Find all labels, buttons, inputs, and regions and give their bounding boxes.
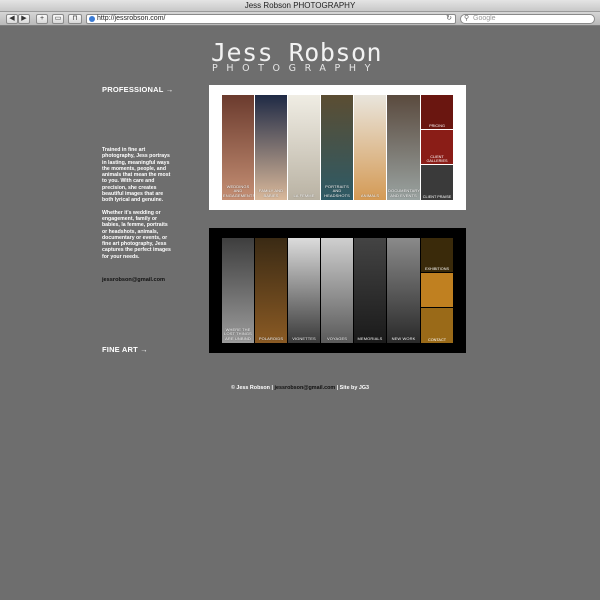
browser-toolbar: ◀ ▶ + ▭ ⊓ http://jessrobson.com/ ↻ ⚲ Goo… (0, 12, 600, 26)
footer-email-link[interactable]: jessrobson@gmail.com (274, 385, 335, 391)
strip-label: WHERE THE LOST THINGS ARE UNBIND (224, 326, 252, 341)
strip-lost-things[interactable]: WHERE THE LOST THINGS ARE UNBIND (222, 238, 254, 343)
book-icon: ⊓ (72, 15, 78, 22)
strip-label: VIGNETTES (292, 335, 316, 341)
strip-weddings[interactable]: WEDDINGS AND ENGAGEMENTS (222, 95, 254, 200)
cell-exhibitions[interactable]: EXHIBITIONS (421, 238, 453, 272)
forward-arrow-icon: ▶ (21, 15, 27, 22)
strip-memorials[interactable]: MEMORIALS (354, 238, 386, 343)
back-arrow-icon: ◀ (9, 15, 15, 22)
bio-paragraph-1: Trained in fine art photography, Jess po… (102, 147, 171, 204)
cell-pricing[interactable]: PRICING (421, 95, 453, 129)
professional-gallery-panel: WEDDINGS AND ENGAGEMENTS FAMILY AND BABI… (209, 85, 466, 210)
cell-photo[interactable] (421, 273, 453, 307)
footer-credit: | Site by JG3 (336, 385, 370, 391)
plus-icon: + (39, 15, 45, 22)
search-placeholder: Google (473, 15, 496, 22)
email-link[interactable]: jessrobson@gmail.com (102, 277, 165, 283)
window-title: Jess Robson PHOTOGRAPHY (244, 1, 356, 10)
cell-label: CLIENT PRAISE (422, 195, 452, 199)
forward-button[interactable]: ▶ (18, 14, 30, 24)
strip-label: POLAROIDS (258, 335, 284, 341)
address-bar[interactable]: http://jessrobson.com/ ↻ (86, 14, 456, 24)
fine-art-link[interactable]: FINE ART → (102, 345, 148, 354)
fine-art-gallery-panel: WHERE THE LOST THINGS ARE UNBIND POLAROI… (209, 228, 466, 353)
strip-label: WEDDINGS AND ENGAGEMENTS (223, 183, 254, 198)
strip-polaroids[interactable]: POLAROIDS (255, 238, 287, 343)
search-input[interactable]: ⚲ Google (460, 14, 595, 24)
cell-label: PRICING (429, 124, 445, 128)
strip-voyages[interactable]: VOYAGES (321, 238, 353, 343)
reload-icon[interactable]: ↻ (446, 15, 452, 23)
cell-client-praise[interactable]: CLIENT PRAISE (421, 165, 453, 200)
cell-label: CONTACT (427, 338, 447, 342)
new-tab-button[interactable]: + (36, 14, 48, 24)
strip-vignettes[interactable]: VIGNETTES (288, 238, 320, 343)
printer-icon: ▭ (54, 15, 62, 22)
url-text: http://jessrobson.com/ (97, 15, 166, 22)
professional-link[interactable]: PROFESSIONAL → (102, 85, 173, 94)
strip-label: MEMORIALS (357, 335, 383, 341)
strip-documentary[interactable]: DOCUMENTARY AND EVENTS (387, 95, 420, 200)
strip-new-work[interactable]: NEW WORK (387, 238, 420, 343)
strip-label: FAMILY AND BABIES (258, 188, 284, 198)
cell-label: EXHIBITIONS (424, 267, 450, 271)
page-footer: © Jess Robson | jessrobson@gmail.com | S… (0, 385, 600, 391)
window-title-bar: Jess Robson PHOTOGRAPHY (0, 0, 600, 12)
strip-animals[interactable]: ANIMALS (354, 95, 386, 200)
strip-portraits[interactable]: PORTRAITS AND HEADSHOTS (321, 95, 353, 200)
strip-family[interactable]: FAMILY AND BABIES (255, 95, 287, 200)
search-icon: ⚲ (464, 15, 470, 22)
cell-client-galleries[interactable]: CLIENT GALLERIES (421, 130, 453, 164)
cell-label: CLIENT GALLERIES (426, 155, 448, 163)
site-logo-tagline: PHOTOGRAPHY (212, 63, 379, 74)
bio-paragraph-2: Whether it's wedding or engagement, fami… (102, 209, 171, 260)
strip-label: VOYAGES (327, 335, 347, 341)
print-button[interactable]: ▭ (52, 14, 64, 24)
back-button[interactable]: ◀ (6, 14, 18, 24)
strip-label: LA FEMME (293, 192, 315, 198)
strip-label: PORTRAITS AND HEADSHOTS (324, 183, 350, 198)
bio-text: Trained in fine art photography, Jess po… (102, 147, 172, 266)
cell-contact[interactable]: CONTACT (421, 308, 453, 343)
footer-copyright: © Jess Robson | (230, 385, 273, 391)
strip-la-femme[interactable]: LA FEMME (288, 95, 320, 200)
bookmarks-button[interactable]: ⊓ (68, 14, 82, 24)
strip-label: DOCUMENTARY AND EVENTS (388, 188, 420, 198)
strip-label: NEW WORK (391, 335, 416, 341)
globe-icon (89, 16, 95, 22)
strip-label: ANIMALS (360, 192, 380, 198)
